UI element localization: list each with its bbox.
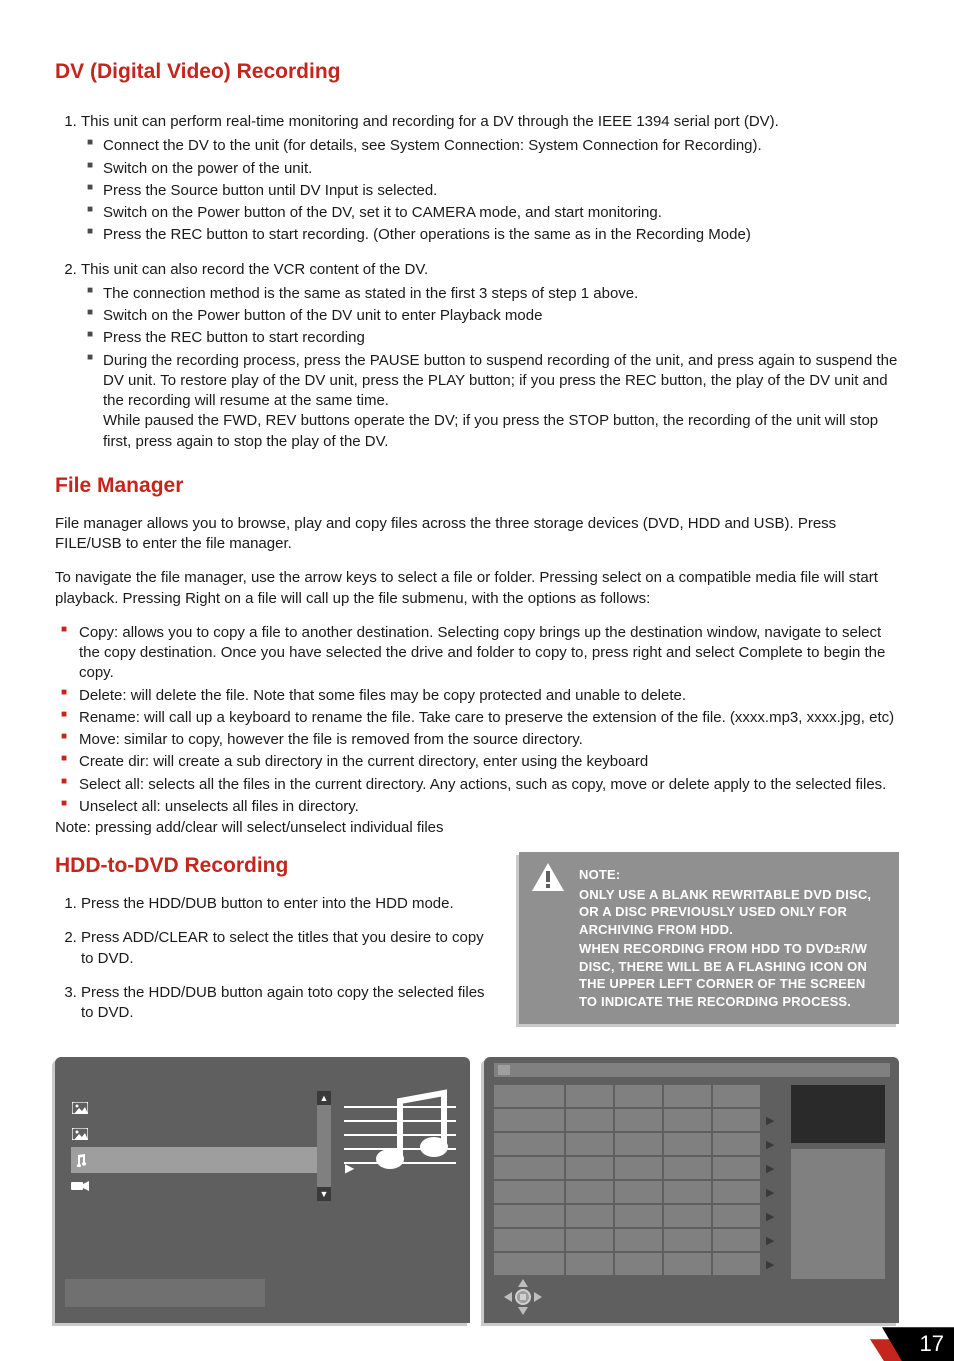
manual-page: DV (Digital Video) Recording This unit c… — [0, 0, 954, 1359]
dv-item-1-bullets: Connect the DV to the unit (for details,… — [81, 136, 899, 245]
dv-item-1: This unit can perform real-time monitori… — [81, 112, 899, 246]
video-icon — [71, 1179, 89, 1193]
music-icon — [71, 1153, 89, 1167]
dv-item-2-lead: This unit can also record the VCR conten… — [81, 261, 428, 278]
note-box: NOTE: ONLY USE A BLANK REWRITABLE DVD DI… — [519, 852, 899, 1024]
side-panel — [791, 1149, 885, 1279]
list-row — [71, 1121, 331, 1147]
play-arrow-icon: ▶ — [766, 1181, 774, 1205]
bullet: Switch on the Power button of the DV uni… — [81, 306, 899, 326]
play-arrow-icon: ▶ — [766, 1157, 774, 1181]
fm-bullets: Copy: allows you to copy a file to anoth… — [55, 623, 899, 817]
image-icon — [71, 1127, 89, 1141]
scroll-down-icon: ▼ — [317, 1187, 331, 1201]
bullet: Switch on the Power button of the DV, se… — [81, 203, 899, 223]
bottom-strip — [65, 1279, 265, 1307]
list-row — [71, 1095, 331, 1121]
dv-item-1-lead: This unit can perform real-time monitori… — [81, 113, 779, 130]
note-line-2: WHEN RECORDING FROM HDD TO DVD±R/W DISC,… — [579, 941, 867, 1009]
screenshot-hdd-titles: ▶ ▶ ▶ ▶ ▶ ▶ ▶ — [484, 1057, 899, 1323]
play-arrow-icon: ▶ — [766, 1205, 774, 1229]
page-number: 17 — [920, 1331, 944, 1357]
fm-bullet: Rename: will call up a keyboard to renam… — [55, 708, 899, 728]
section-dv-title: DV (Digital Video) Recording — [55, 60, 899, 84]
bullet: The connection method is the same as sta… — [81, 284, 899, 304]
page-number-badge: 17 — [882, 1321, 954, 1361]
dv-list: This unit can perform real-time monitori… — [55, 112, 899, 452]
header-bar — [494, 1063, 890, 1077]
fm-bullet: Create dir: will create a sub directory … — [55, 752, 899, 772]
header-square-icon — [498, 1065, 510, 1075]
hdd-step: Press ADD/CLEAR to select the titles tha… — [81, 928, 487, 969]
fm-note: Note: pressing add/clear will select/uns… — [55, 819, 899, 836]
fm-para-2: To navigate the file manager, use the ar… — [55, 568, 899, 609]
row-arrows: ▶ ▶ ▶ ▶ ▶ ▶ ▶ — [766, 1109, 774, 1277]
music-preview — [340, 1087, 460, 1187]
list-row — [71, 1173, 331, 1199]
note-line-1: ONLY USE A BLANK REWRITABLE DVD DISC, OR… — [579, 886, 883, 939]
bullet: During the recording process, press the … — [81, 351, 899, 452]
play-arrow-icon: ▶ — [766, 1229, 774, 1253]
fm-bullet: Move: similar to copy, however the file … — [55, 730, 899, 750]
play-arrow-icon: ▶ — [766, 1133, 774, 1157]
play-arrow-icon: ▶ — [766, 1253, 774, 1277]
dv-item-2: This unit can also record the VCR conten… — [81, 260, 899, 452]
note-label: NOTE: — [579, 866, 883, 884]
list-row-selected — [71, 1147, 331, 1173]
lower-columns: HDD-to-DVD Recording Press the HDD/DUB b… — [55, 852, 899, 1037]
bullet: Press the REC button to start recording.… — [81, 225, 899, 245]
dpad-icon — [498, 1277, 548, 1322]
play-arrow-icon: ▶ — [766, 1109, 774, 1133]
bullet: Press the Source button until DV Input i… — [81, 181, 899, 201]
dv-item-2-bullets: The connection method is the same as sta… — [81, 284, 899, 452]
screenshot-file-manager: ▲ ▼ ▶ — [55, 1057, 470, 1323]
scrollbar: ▲ ▼ — [317, 1091, 331, 1201]
screenshots: ▲ ▼ ▶ — [55, 1057, 899, 1323]
scroll-up-icon: ▲ — [317, 1091, 331, 1105]
fm-bullet: Unselect all: unselects all files in dir… — [55, 797, 899, 817]
section-hdd-title: HDD-to-DVD Recording — [55, 854, 487, 878]
preview-thumbnail — [791, 1085, 885, 1143]
hdd-step: Press the HDD/DUB button again toto copy… — [81, 983, 487, 1024]
warning-icon — [531, 862, 565, 897]
file-list — [71, 1095, 331, 1199]
fm-bullet: Select all: selects all the files in the… — [55, 775, 899, 795]
hdd-step: Press the HDD/DUB button to enter into t… — [81, 894, 487, 914]
bullet: Switch on the power of the unit. — [81, 159, 899, 179]
title-grid — [494, 1085, 760, 1277]
hdd-steps: Press the HDD/DUB button to enter into t… — [55, 894, 487, 1023]
bullet-text: During the recording process, press the … — [103, 351, 899, 412]
section-fm-title: File Manager — [55, 474, 899, 498]
image-icon — [71, 1101, 89, 1115]
bullet-continuation: While paused the FWD, REV buttons operat… — [103, 411, 899, 452]
hdd-section: HDD-to-DVD Recording Press the HDD/DUB b… — [55, 852, 487, 1037]
fm-para-1: File manager allows you to browse, play … — [55, 514, 899, 555]
fm-bullet: Copy: allows you to copy a file to anoth… — [55, 623, 899, 684]
bullet: Press the REC button to start recording — [81, 328, 899, 348]
bullet: Connect the DV to the unit (for details,… — [81, 136, 899, 156]
fm-bullet: Delete: will delete the file. Note that … — [55, 686, 899, 706]
